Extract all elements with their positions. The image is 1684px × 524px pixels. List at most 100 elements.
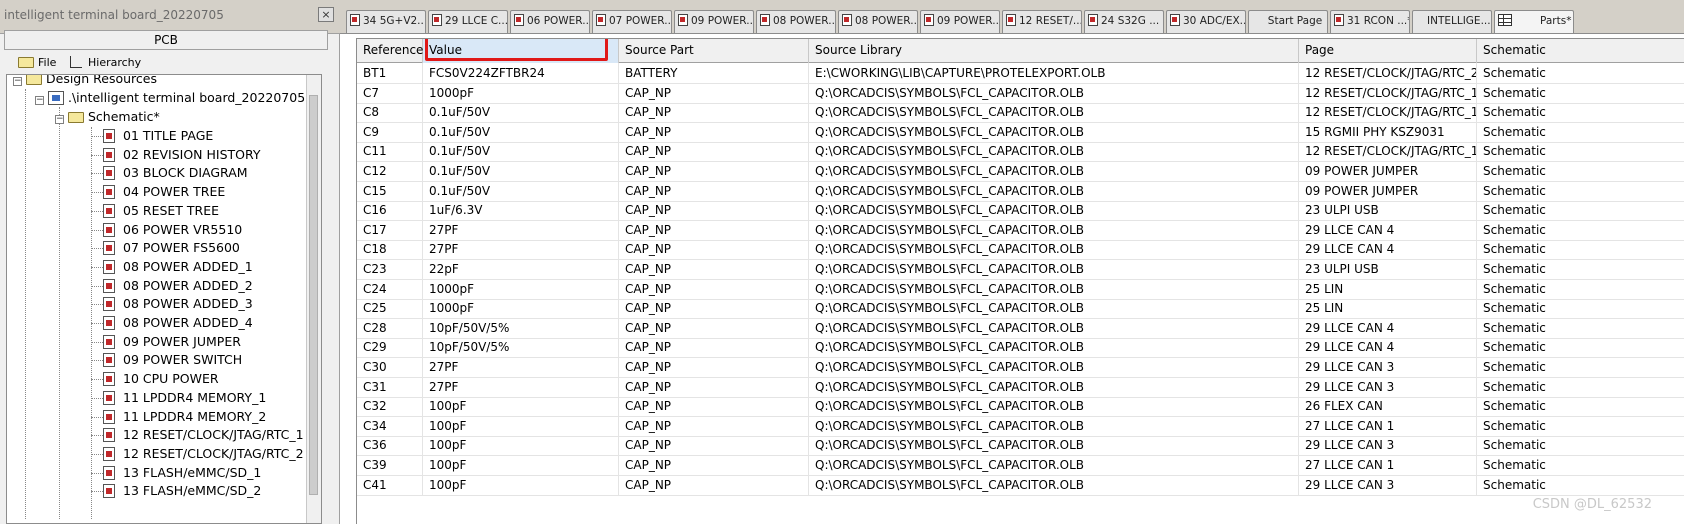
table-cell[interactable]: CAP_NP — [619, 455, 809, 476]
table-cell[interactable]: 29 LLCE CAN 3 — [1299, 474, 1477, 496]
table-cell[interactable]: Q:\ORCADCIS\SYMBOLS\FCL_CAPACITOR.OLB — [809, 376, 1299, 398]
table-cell[interactable]: 100pF — [423, 474, 619, 496]
table-row[interactable]: C9 0.1uF/50V CAP_NP Q:\ORCADCIS\SYMBOLS\FCL… — [357, 121, 1684, 143]
table-cell[interactable]: BT1 — [357, 63, 423, 84]
tree-page[interactable]: 12 RESET/CLOCK/JTAG/RTC_2 — [81, 444, 304, 464]
table-row[interactable]: C16 1uF/6.3V CAP_NP Q:\ORCADCIS\SYMBOLS\FCL… — [357, 200, 1684, 222]
tree-page[interactable]: 05 RESET TREE — [81, 201, 219, 221]
table-cell[interactable]: Q:\ORCADCIS\SYMBOLS\FCL_CAPACITOR.OLB — [809, 435, 1299, 457]
table-row[interactable]: C11 0.1uF/50V CAP_NP Q:\ORCADCIS\SYMBOLS\FC… — [357, 141, 1684, 163]
table-cell[interactable]: Q:\ORCADCIS\SYMBOLS\FCL_CAPACITOR.OLB — [809, 200, 1299, 222]
table-cell[interactable]: 12 RESET/CLOCK/JTAG/RTC_1 — [1299, 82, 1477, 104]
table-cell[interactable]: 0.1uF/50V — [423, 141, 619, 163]
doc-tab[interactable]: 08 POWER... — [838, 10, 918, 33]
table-cell[interactable]: Q:\ORCADCIS\SYMBOLS\FCL_CAPACITOR.OLB — [809, 357, 1299, 378]
table-cell[interactable]: Schematic — [1477, 141, 1684, 162]
table-cell[interactable]: 27PF — [423, 357, 619, 378]
tree-page[interactable]: 13 FLASH/eMMC/SD_2 — [81, 481, 261, 501]
pcb-tab[interactable]: PCB — [4, 30, 328, 50]
table-cell[interactable]: C17 — [357, 219, 423, 241]
table-cell[interactable]: CAP_NP — [619, 200, 809, 222]
table-cell[interactable]: 27 LLCE CAN 1 — [1299, 415, 1477, 437]
table-cell[interactable]: C16 — [357, 200, 423, 222]
column-header[interactable]: Source Part — [619, 39, 809, 63]
tree-dsn-file[interactable]: − .\intelligent terminal board_20220705.d… — [35, 88, 321, 108]
table-cell[interactable]: 29 LLCE CAN 3 — [1299, 435, 1477, 457]
table-cell[interactable]: 1000pF — [423, 298, 619, 320]
doc-tab[interactable]: 24 S32G ... — [1084, 10, 1164, 33]
column-header[interactable]: Reference — [357, 39, 423, 63]
table-cell[interactable]: Schematic — [1477, 377, 1684, 398]
table-cell[interactable]: Q:\ORCADCIS\SYMBOLS\FCL_CAPACITOR.OLB — [809, 337, 1299, 359]
table-cell[interactable]: Schematic — [1477, 102, 1684, 123]
table-row[interactable]: C39 100pF CAP_NP Q:\ORCADCIS\SYMBOLS\FCL_CA… — [357, 455, 1684, 476]
tree-page[interactable]: 08 POWER ADDED_1 — [81, 257, 253, 277]
table-cell[interactable]: Schematic — [1477, 181, 1684, 202]
doc-tab[interactable]: 29 LLCE C... — [428, 10, 508, 33]
table-cell[interactable]: C39 — [357, 455, 423, 476]
table-cell[interactable]: Schematic — [1477, 63, 1684, 84]
table-row[interactable]: C41 100pF CAP_NP Q:\ORCADCIS\SYMBOLS\FCL_CA… — [357, 474, 1684, 496]
table-cell[interactable]: 12 RESET/CLOCK/JTAG/RTC_2 — [1299, 63, 1477, 84]
table-cell[interactable]: 29 LLCE CAN 3 — [1299, 357, 1477, 378]
table-cell[interactable]: CAP_NP — [619, 435, 809, 457]
table-cell[interactable]: CAP_NP — [619, 298, 809, 320]
table-cell[interactable]: C24 — [357, 278, 423, 300]
doc-tab[interactable]: 09 POWER... — [920, 10, 1000, 33]
collapse-icon[interactable]: − — [13, 77, 22, 86]
table-cell[interactable]: Schematic — [1477, 298, 1684, 319]
table-cell[interactable]: CAP_NP — [619, 239, 809, 261]
table-cell[interactable]: C28 — [357, 317, 423, 339]
table-cell[interactable]: C12 — [357, 161, 423, 182]
table-cell[interactable]: 1000pF — [423, 278, 619, 300]
table-cell[interactable]: Q:\ORCADCIS\SYMBOLS\FCL_CAPACITOR.OLB — [809, 141, 1299, 163]
table-cell[interactable]: Q:\ORCADCIS\SYMBOLS\FCL_CAPACITOR.OLB — [809, 474, 1299, 496]
table-row[interactable]: C12 0.1uF/50V CAP_NP Q:\ORCADCIS\SYMBOLS\FC… — [357, 161, 1684, 182]
table-row[interactable]: C30 27PF CAP_NP Q:\ORCADCIS\SYMBOLS\FCL_CAP… — [357, 357, 1684, 378]
table-row[interactable]: C34 100pF CAP_NP Q:\ORCADCIS\SYMBOLS\FCL_CA… — [357, 415, 1684, 437]
table-cell[interactable]: Schematic — [1477, 396, 1684, 417]
table-cell[interactable]: Schematic — [1477, 83, 1684, 104]
table-row[interactable]: C15 0.1uF/50V CAP_NP Q:\ORCADCIS\SYMBOLS\FC… — [357, 180, 1684, 202]
table-cell[interactable]: 12 RESET/CLOCK/JTAG/RTC_1 — [1299, 141, 1477, 163]
table-cell[interactable]: 1uF/6.3V — [423, 200, 619, 222]
table-cell[interactable]: CAP_NP — [619, 396, 809, 418]
table-cell[interactable]: C15 — [357, 180, 423, 202]
table-row[interactable]: C31 27PF CAP_NP Q:\ORCADCIS\SYMBOLS\FCL_CAP… — [357, 376, 1684, 398]
table-cell[interactable]: CAP_NP — [619, 161, 809, 182]
table-cell[interactable]: Q:\ORCADCIS\SYMBOLS\FCL_CAPACITOR.OLB — [809, 396, 1299, 418]
table-cell[interactable]: Q:\ORCADCIS\SYMBOLS\FCL_CAPACITOR.OLB — [809, 317, 1299, 339]
table-cell[interactable]: 12 RESET/CLOCK/JTAG/RTC_1 — [1299, 102, 1477, 124]
table-cell[interactable]: 0.1uF/50V — [423, 121, 619, 143]
tree-page[interactable]: 08 POWER ADDED_4 — [81, 313, 253, 333]
table-cell[interactable]: 15 RGMII PHY KSZ9031 — [1299, 121, 1477, 143]
table-cell[interactable]: Q:\ORCADCIS\SYMBOLS\FCL_CAPACITOR.OLB — [809, 161, 1299, 182]
table-cell[interactable]: 27PF — [423, 239, 619, 261]
table-cell[interactable]: C31 — [357, 376, 423, 398]
tree-page[interactable]: 03 BLOCK DIAGRAM — [81, 163, 248, 183]
table-cell[interactable]: Schematic — [1477, 318, 1684, 339]
table-cell[interactable]: Schematic — [1477, 220, 1684, 241]
table-cell[interactable]: 1000pF — [423, 82, 619, 104]
scrollbar-thumb[interactable] — [309, 95, 318, 495]
table-cell[interactable]: C41 — [357, 474, 423, 496]
column-header[interactable]: Source Library — [809, 39, 1299, 63]
table-cell[interactable]: 29 LLCE CAN 4 — [1299, 219, 1477, 241]
tree-page[interactable]: 09 POWER SWITCH — [81, 350, 242, 370]
table-cell[interactable]: C29 — [357, 337, 423, 359]
doc-tab[interactable]: 07 POWER... — [592, 10, 672, 33]
table-cell[interactable]: 22pF — [423, 259, 619, 280]
table-cell[interactable]: Schematic — [1477, 416, 1684, 437]
table-cell[interactable]: Schematic — [1477, 239, 1684, 260]
table-cell[interactable]: 29 LLCE CAN 4 — [1299, 317, 1477, 339]
tree-page[interactable]: 01 TITLE PAGE — [81, 126, 213, 146]
table-cell[interactable]: C18 — [357, 239, 423, 261]
tree-page[interactable]: 06 POWER VR5510 — [81, 220, 242, 240]
table-cell[interactable]: 100pF — [423, 455, 619, 476]
tree-page[interactable]: 12 RESET/CLOCK/JTAG/RTC_1 — [81, 425, 304, 445]
doc-tab[interactable]: 31 RCON ...* — [1330, 10, 1410, 33]
table-cell[interactable]: CAP_NP — [619, 337, 809, 359]
tree-page[interactable]: 07 POWER FS5600 — [81, 238, 240, 258]
tree-page[interactable]: 08 POWER ADDED_3 — [81, 294, 253, 314]
table-cell[interactable]: 10pF/50V/5% — [423, 317, 619, 339]
